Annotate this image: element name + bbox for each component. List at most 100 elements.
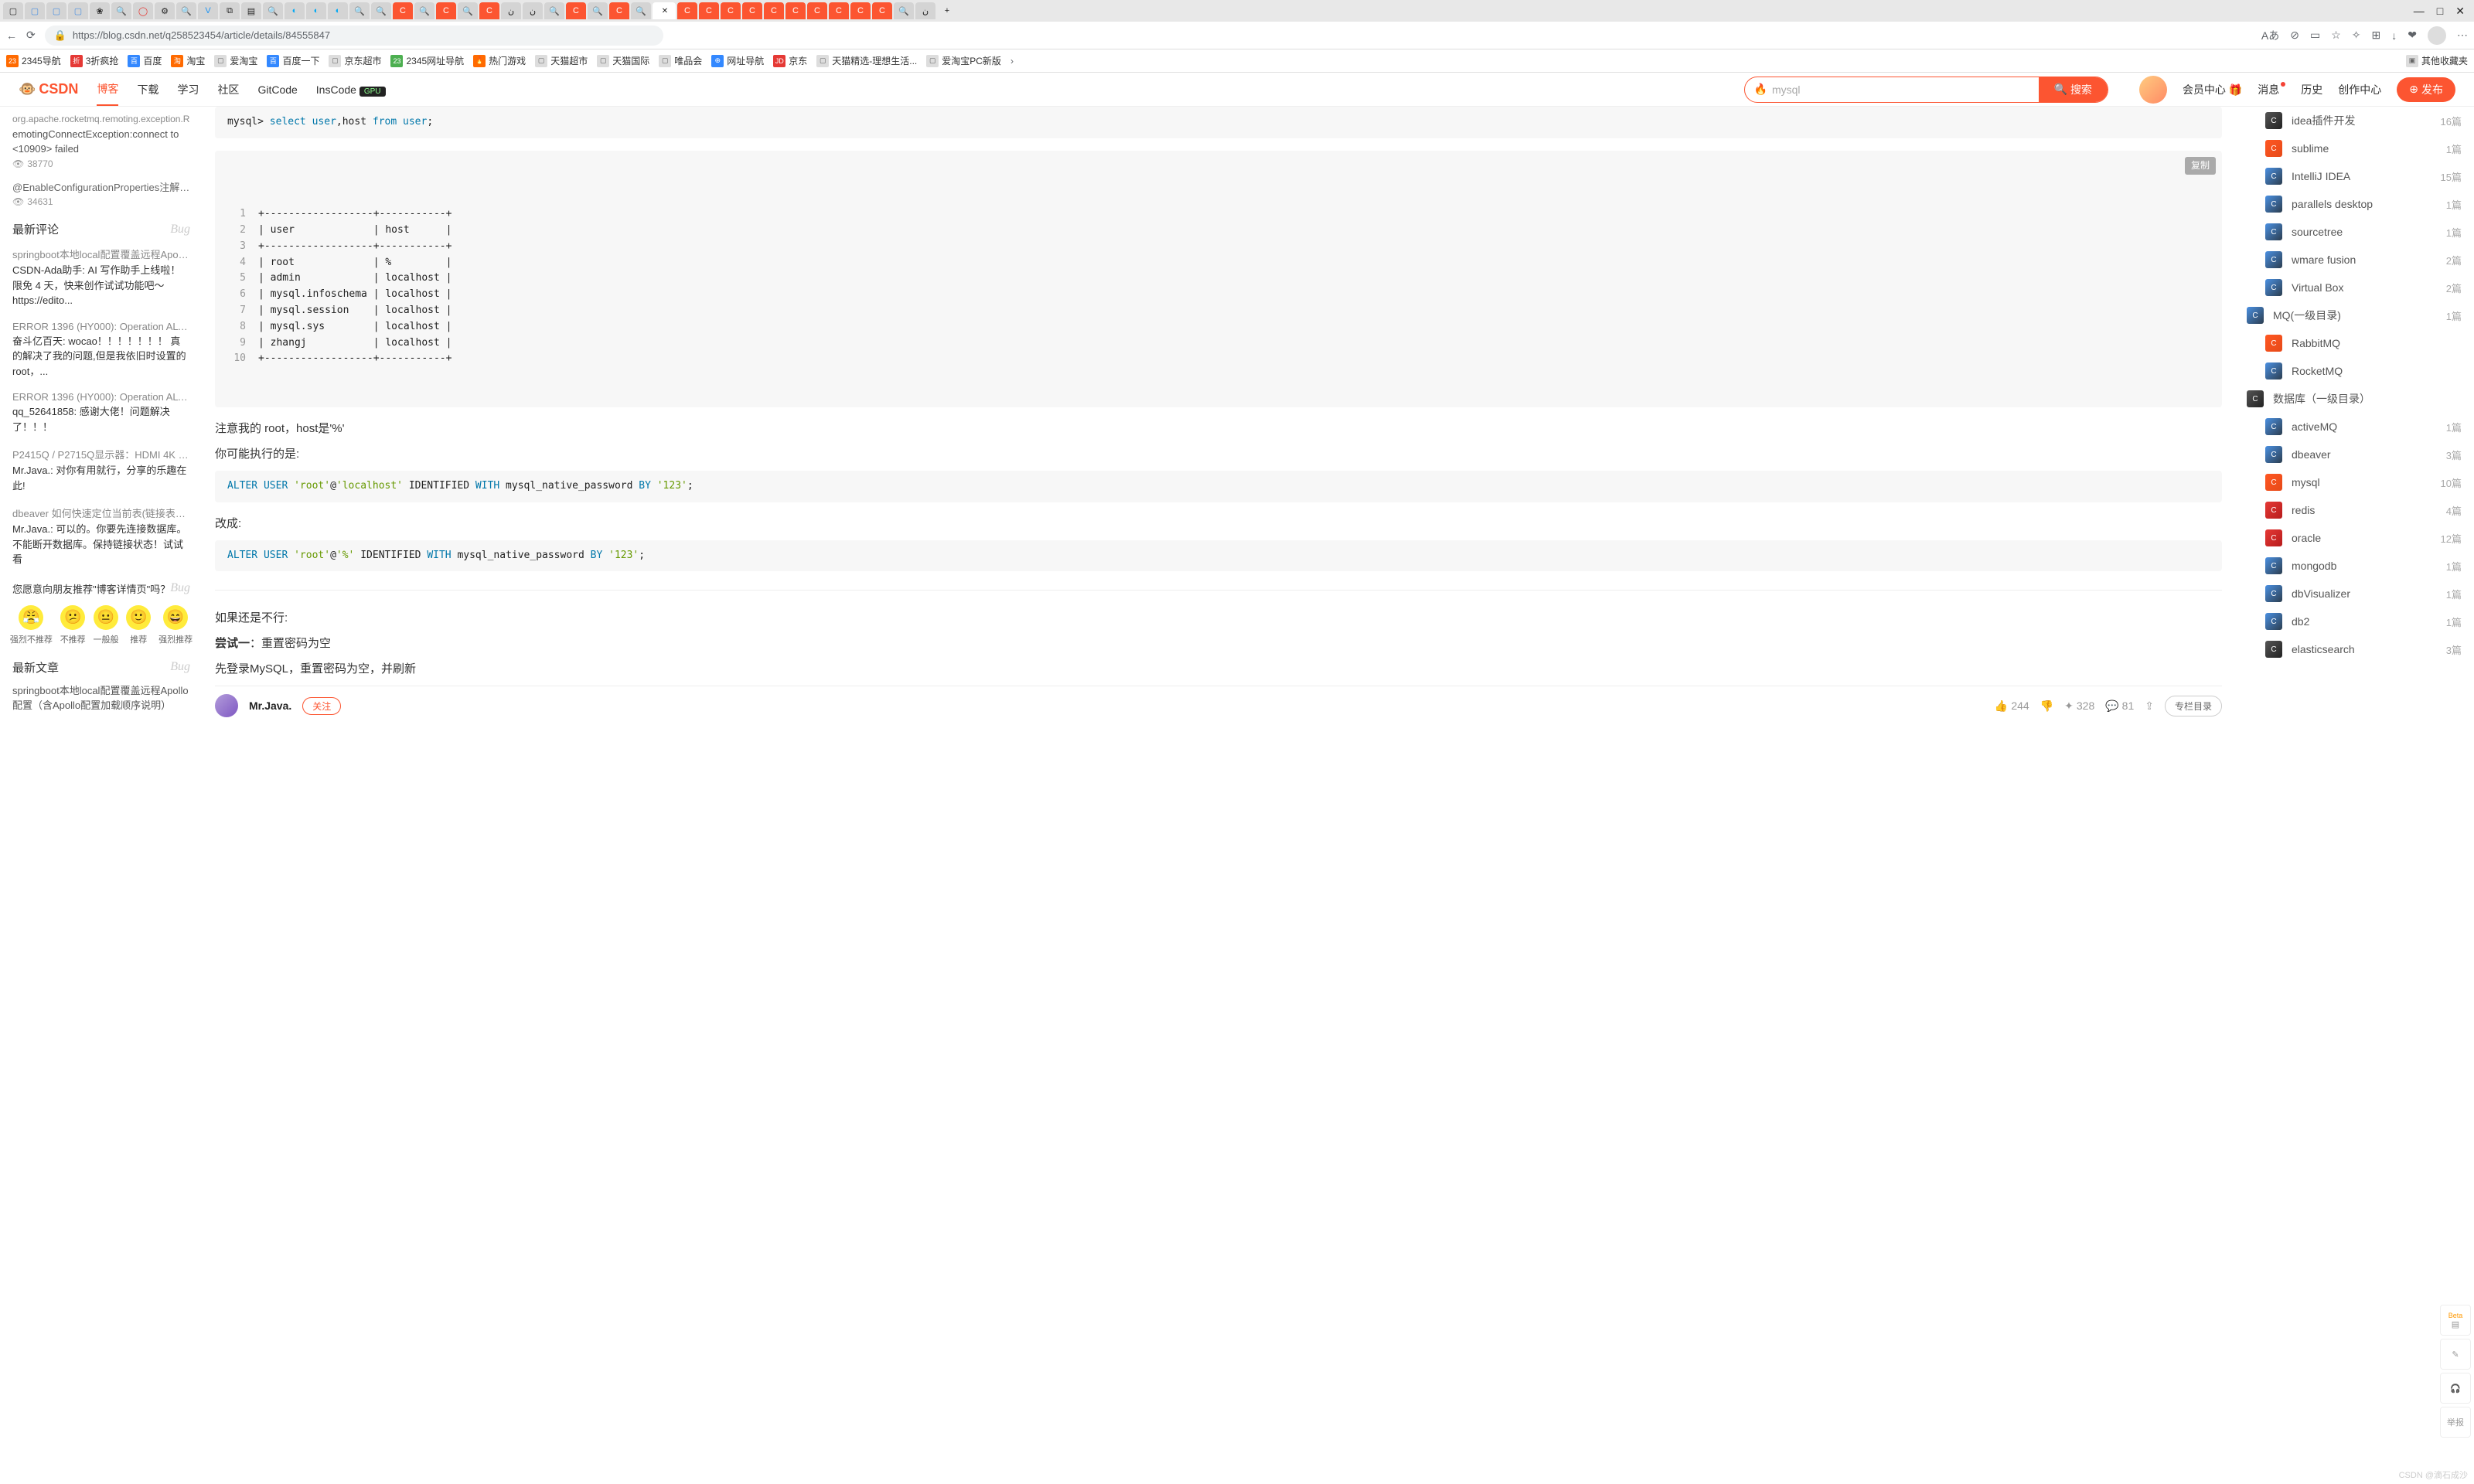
tab[interactable]: C — [742, 2, 762, 19]
close-button[interactable]: ✕ — [2455, 5, 2465, 18]
beta-tool-button[interactable]: Beta▤ — [2440, 1305, 2471, 1336]
bookmark-item[interactable]: ▢天猫超市 — [535, 54, 588, 67]
bookmark-item[interactable]: ▢爱淘宝 — [214, 54, 257, 67]
category-item[interactable]: Coracle12篇 — [2234, 524, 2474, 552]
tab[interactable]: ◐ — [328, 2, 348, 19]
tab[interactable]: C — [764, 2, 784, 19]
category-item[interactable]: CactiveMQ1篇 — [2234, 413, 2474, 441]
tab[interactable]: 🔍 — [111, 2, 131, 19]
category-item[interactable]: Cidea插件开发16篇 — [2234, 107, 2474, 134]
tab[interactable]: 🔍 — [544, 2, 564, 19]
nav-vip[interactable]: 会员中心 🎁 — [2183, 82, 2242, 97]
tab[interactable]: 🔍 — [414, 2, 434, 19]
tab[interactable]: ❀ — [90, 2, 110, 19]
logo[interactable]: 🐵CSDN — [19, 81, 78, 97]
category-item[interactable]: CVirtual Box2篇 — [2234, 274, 2474, 301]
category-item[interactable]: Cmysql10篇 — [2234, 468, 2474, 496]
tab[interactable]: ن — [915, 2, 935, 19]
category-item[interactable]: CRabbitMQ — [2234, 329, 2474, 357]
comment-item[interactable]: ERROR 1396 (HY000): Operation ALTE...qq_… — [6, 385, 196, 441]
reader-icon[interactable]: Aあ — [2261, 28, 2279, 43]
author-avatar[interactable] — [215, 694, 238, 717]
like-button[interactable]: 👍244 — [1995, 699, 2029, 713]
support-tool-button[interactable]: 🎧 — [2440, 1373, 2471, 1404]
tab[interactable]: C — [393, 2, 413, 19]
edit-tool-button[interactable]: ✎ — [2440, 1339, 2471, 1370]
bookmark-item[interactable]: JD京东 — [773, 54, 807, 67]
tab[interactable]: ◐ — [306, 2, 326, 19]
tab[interactable]: ▢ — [46, 2, 66, 19]
publish-button[interactable]: ⊕发布 — [2397, 77, 2455, 102]
bookmark-item[interactable]: ▢爱淘宝PC新版 — [926, 54, 1001, 67]
tab[interactable]: C — [829, 2, 849, 19]
category-item[interactable]: CdbVisualizer1篇 — [2234, 580, 2474, 608]
bookmark-item[interactable]: 232345网址导航 — [390, 54, 464, 67]
menu-icon[interactable]: ⋯ — [2457, 29, 2468, 42]
bookmark-item[interactable]: ▢京东超市 — [329, 54, 381, 67]
copy-button[interactable]: 复制 — [2185, 157, 2216, 175]
tab[interactable]: C — [721, 2, 741, 19]
comment-item[interactable]: ERROR 1396 (HY000): Operation ALTE...奋斗亿… — [6, 315, 196, 386]
category-item[interactable]: Csublime1篇 — [2234, 134, 2474, 162]
dislike-button[interactable]: 👎 — [2040, 699, 2053, 713]
tab[interactable]: ◯ — [133, 2, 153, 19]
bookmark-other[interactable]: ▣其他收藏夹 — [2406, 54, 2468, 67]
tab[interactable]: 🔍 — [349, 2, 370, 19]
tab[interactable]: ن — [501, 2, 521, 19]
category-item[interactable]: Cmongodb1篇 — [2234, 552, 2474, 580]
category-item[interactable]: Cparallels desktop1篇 — [2234, 190, 2474, 218]
recommendation-option[interactable]: 😐一般般 — [93, 605, 118, 645]
url-input[interactable]: 🔒 https://blog.csdn.net/q258523454/artic… — [45, 26, 663, 46]
category-item[interactable]: Cwmare fusion2篇 — [2234, 246, 2474, 274]
tab[interactable]: ▢ — [68, 2, 88, 19]
download-icon[interactable]: ↓ — [2391, 29, 2397, 42]
heart-icon[interactable]: ❤ — [2408, 29, 2417, 42]
comment-button[interactable]: 💬81 — [2105, 699, 2134, 713]
tab[interactable]: C — [609, 2, 629, 19]
tab[interactable]: C — [872, 2, 892, 19]
bookmark-item[interactable]: ⊕网址导航 — [711, 54, 764, 67]
bookmark-item[interactable]: 232345导航 — [6, 54, 61, 67]
bookmark-item[interactable]: 百百度一下 — [267, 54, 319, 67]
category-item[interactable]: Celasticsearch3篇 — [2234, 635, 2474, 663]
category-item[interactable]: C数据库（一级目录） — [2234, 385, 2474, 413]
tab[interactable]: C — [677, 2, 697, 19]
tab[interactable]: C — [785, 2, 806, 19]
bookmark-item[interactable]: ▢天猫国际 — [597, 54, 649, 67]
nav-create[interactable]: 创作中心 — [2338, 82, 2381, 97]
star-button[interactable]: ✦328 — [2064, 699, 2094, 713]
book-icon[interactable]: ▭ — [2310, 29, 2320, 42]
tab[interactable]: ن — [523, 2, 543, 19]
nav-history[interactable]: 历史 — [2301, 82, 2322, 97]
nav-messages[interactable]: 消息 — [2258, 82, 2285, 97]
bookmark-item[interactable]: ▢天猫精选-理想生活... — [816, 54, 917, 67]
minimize-button[interactable]: — — [2414, 5, 2425, 18]
comment-item[interactable]: springboot本地local配置覆盖远程Apollo...CSDN-Ada… — [6, 240, 196, 315]
tab[interactable]: 🔍 — [371, 2, 391, 19]
category-item[interactable]: Cdb21篇 — [2234, 608, 2474, 635]
category-item[interactable]: CMQ(一级目录)1篇 — [2234, 301, 2474, 329]
tab[interactable]: C — [807, 2, 827, 19]
tab[interactable]: ⧉ — [220, 2, 240, 19]
tab[interactable]: C — [479, 2, 499, 19]
tab[interactable]: 🔍 — [458, 2, 478, 19]
tab[interactable]: 🔍 — [588, 2, 608, 19]
bookmark-item[interactable]: 百百度 — [128, 54, 162, 67]
bookmark-item[interactable]: 淘淘宝 — [171, 54, 205, 67]
back-button[interactable]: ← — [6, 29, 17, 42]
recommendation-option[interactable]: 😄强烈推荐 — [158, 605, 193, 645]
nav-inscode[interactable]: InsCode GPU — [316, 83, 386, 96]
tab[interactable]: ▤ — [241, 2, 261, 19]
collections-icon[interactable]: ⊞ — [2372, 29, 2381, 42]
sidebar-article[interactable]: @EnableConfigurationProperties注解作用 👁3463… — [6, 175, 196, 214]
new-tab-button[interactable]: + — [937, 2, 957, 19]
tab[interactable]: 🔍 — [263, 2, 283, 19]
tab[interactable]: C — [436, 2, 456, 19]
tab[interactable]: ▢ — [3, 2, 23, 19]
nav-gitcode[interactable]: GitCode — [257, 83, 297, 96]
comment-item[interactable]: dbeaver 如何快速定位当前表(链接表编...Mr.Java.: 可以的。你… — [6, 499, 196, 574]
tab[interactable]: V — [198, 2, 218, 19]
nav-community[interactable]: 社区 — [217, 82, 239, 97]
tab[interactable]: 🔍 — [631, 2, 651, 19]
comment-item[interactable]: P2415Q / P2715Q显示器：HDMI 4K 60...Mr.Java.… — [6, 441, 196, 499]
